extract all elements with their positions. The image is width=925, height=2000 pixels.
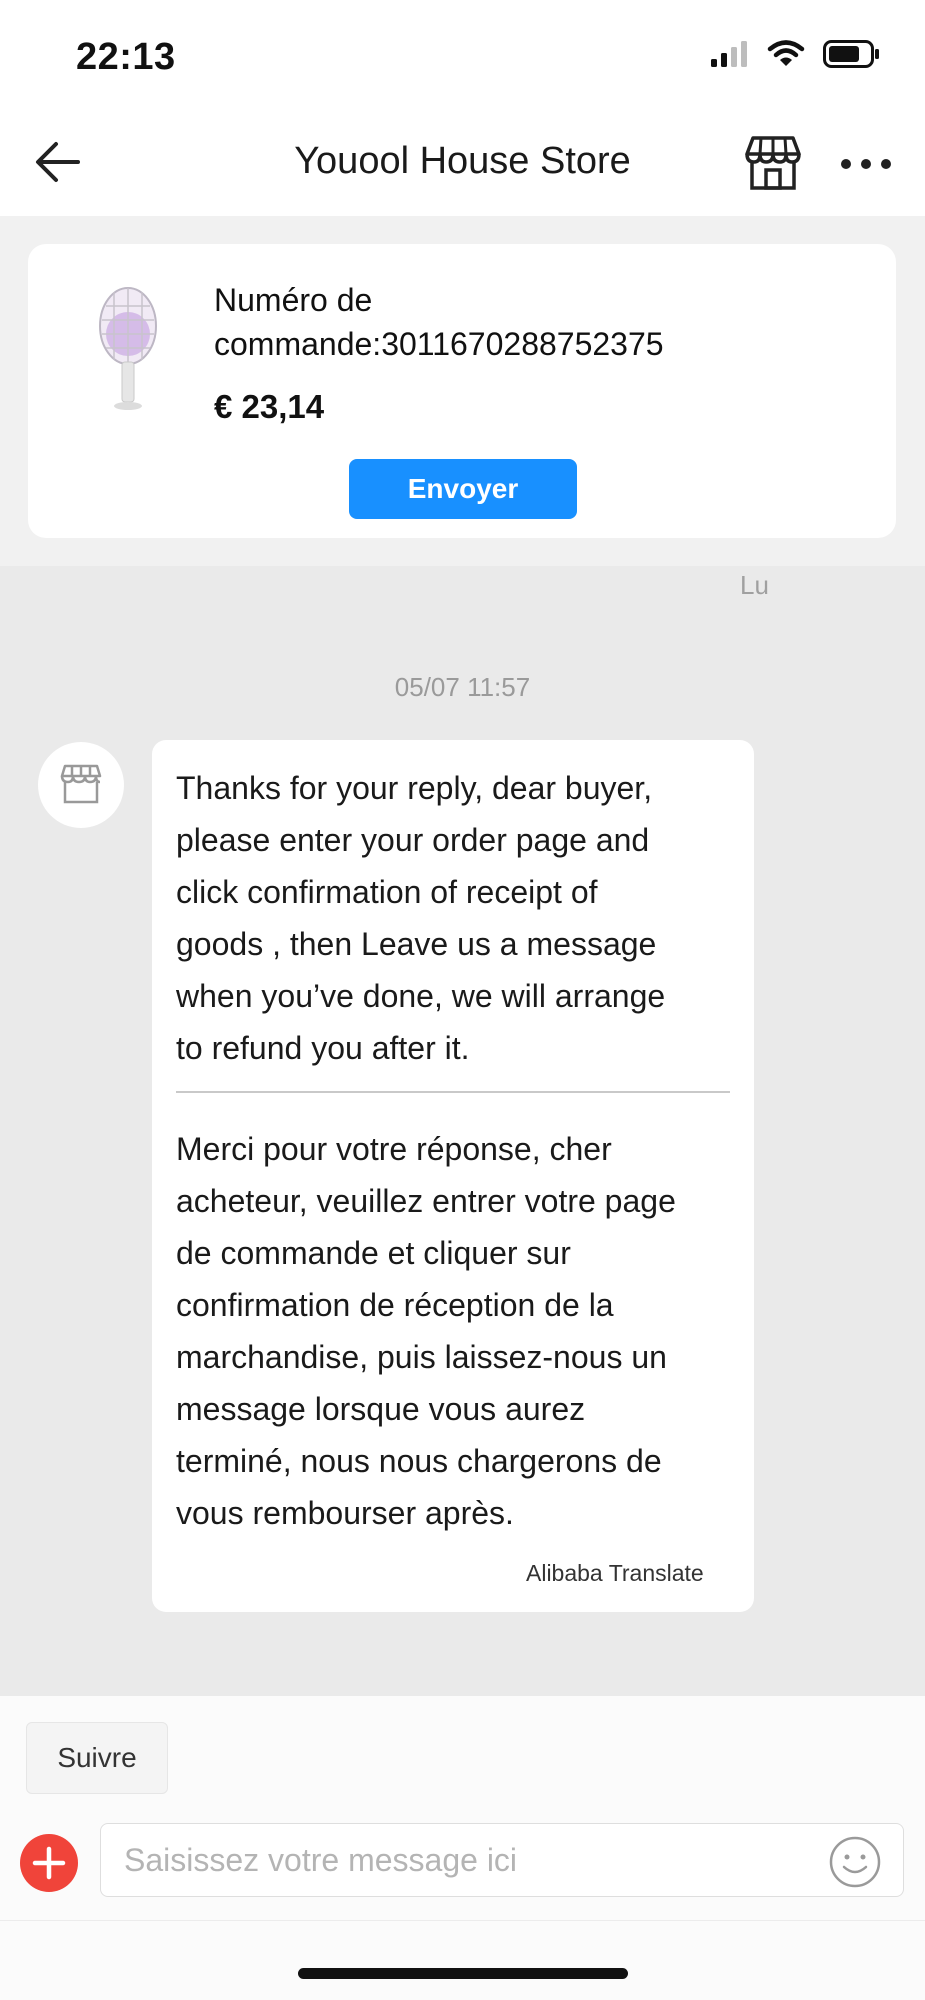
- emoji-button[interactable]: [828, 1835, 882, 1889]
- store-icon: [745, 136, 801, 190]
- message-original-line: click confirmation of receipt of: [176, 874, 598, 910]
- order-number-value: commande:3011670288752375: [214, 326, 664, 362]
- add-attachment-button[interactable]: [20, 1834, 78, 1892]
- product-thumbnail[interactable]: [92, 286, 164, 416]
- battery-icon: [823, 40, 879, 68]
- message-translated-line: vous rembourser après.: [176, 1495, 514, 1531]
- read-status: Lu: [740, 570, 769, 600]
- message-translated-line: Merci pour votre réponse, cher: [176, 1131, 612, 1167]
- more-dots-icon: [841, 159, 891, 169]
- cellular-signal-icon: [711, 41, 747, 67]
- message-original-line: to refund you after it.: [176, 1030, 470, 1066]
- status-icons: [709, 40, 881, 68]
- message-translated-line: terminé, nous nous chargerons de: [176, 1443, 662, 1479]
- message-timestamp: 05/07 11:57: [394, 672, 531, 702]
- product-image: [99, 287, 157, 410]
- message-original-line: please enter your order page and: [176, 822, 650, 858]
- message-input-placeholder: Saisissez votre message ici: [124, 1842, 518, 1878]
- smiley-icon: [829, 1836, 881, 1888]
- message-translated-line: marchandise, puis laissez-nous un: [176, 1339, 667, 1375]
- translation-credit: Alibaba Translate: [526, 1560, 704, 1586]
- seller-avatar[interactable]: [38, 742, 124, 828]
- wifi-icon: [767, 40, 805, 66]
- store-avatar-icon: [60, 764, 102, 804]
- translation-divider: [176, 1091, 730, 1093]
- bottom-divider: [0, 1920, 925, 1921]
- store-button[interactable]: [744, 134, 802, 192]
- more-options-button[interactable]: [838, 144, 894, 184]
- status-time: 22:13: [76, 36, 176, 78]
- message-translated-line: message lorsque vous aurez: [176, 1391, 586, 1427]
- message-original-line: when you’ve done, we will arrange: [176, 978, 666, 1014]
- home-indicator[interactable]: [298, 1968, 628, 1979]
- message-translated-line: confirmation de réception de la: [176, 1287, 614, 1323]
- message-translated-line: de commande et cliquer sur: [176, 1235, 571, 1271]
- message-translated-line: acheteur, veuillez entrer votre page: [176, 1183, 676, 1219]
- follow-button[interactable]: Suivre: [26, 1722, 168, 1794]
- order-number-label: Numéro de: [214, 282, 373, 318]
- message-original-line: goods , then Leave us a message: [176, 926, 657, 962]
- message-original-line: Thanks for your reply, dear buyer,: [176, 770, 653, 806]
- plus-icon: [32, 1846, 66, 1880]
- send-order-button[interactable]: Envoyer: [349, 459, 577, 519]
- order-price: € 23,14: [214, 388, 325, 425]
